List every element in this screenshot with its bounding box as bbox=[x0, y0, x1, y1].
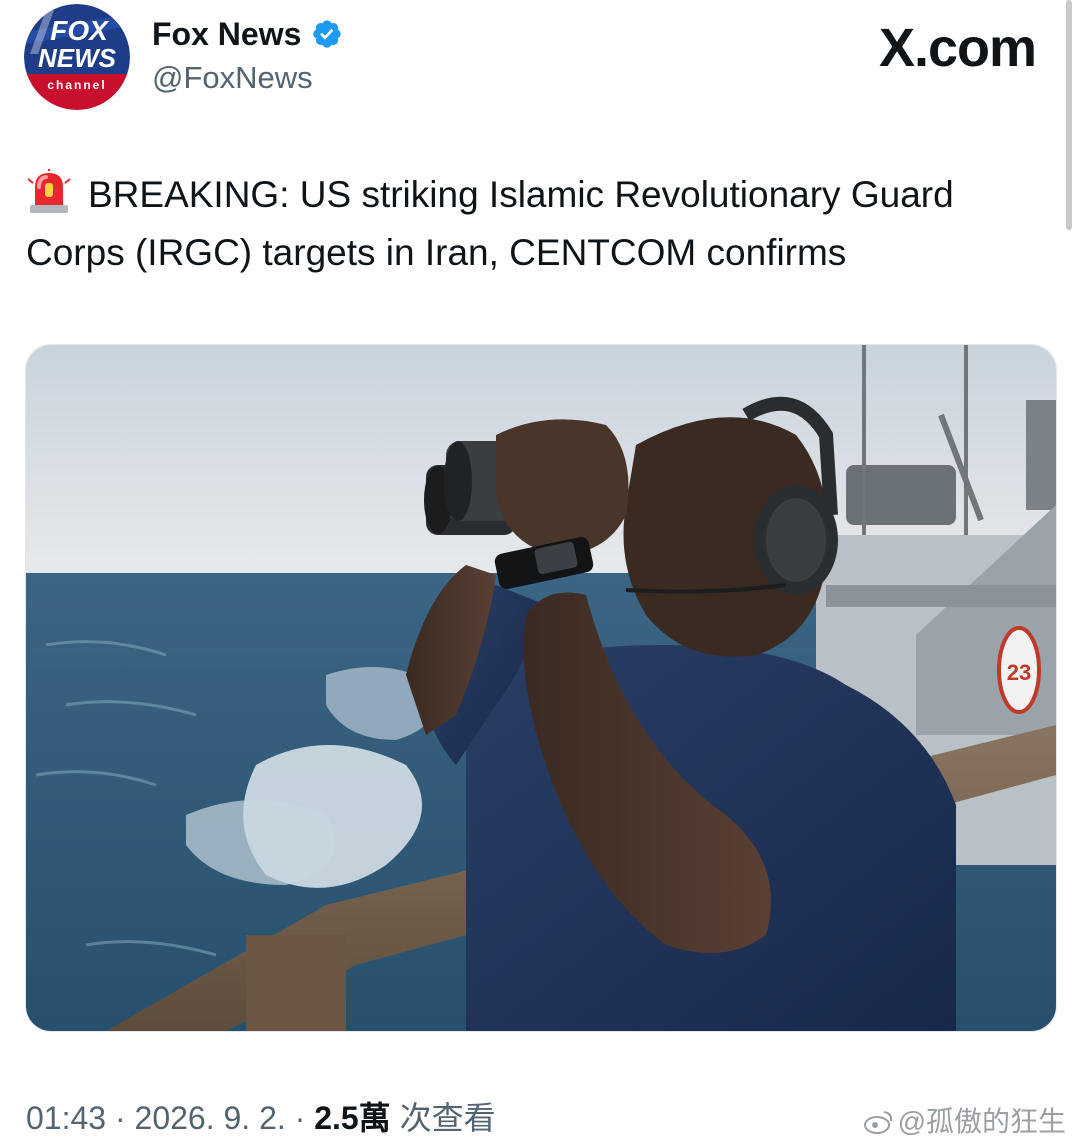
tweet-date[interactable]: 2026. 9. 2. bbox=[135, 1100, 286, 1136]
watermark-text: @孤傲的狂生 bbox=[897, 1106, 1066, 1137]
views-label: 次查看 bbox=[399, 1100, 496, 1136]
tweet-meta: 01:43 · 2026. 9. 2. · 2.5萬 次查看 bbox=[26, 1098, 496, 1138]
fox-news-logo-icon: FOX NEWS channel bbox=[24, 4, 130, 110]
meta-separator: · bbox=[114, 1100, 126, 1136]
scrollbar[interactable] bbox=[1066, 0, 1072, 230]
svg-text:channel: channel bbox=[47, 78, 106, 92]
author-block: Fox News @FoxNews bbox=[152, 14, 343, 98]
sailor-binoculars-photo: 23 bbox=[26, 345, 1056, 1031]
author-avatar[interactable]: FOX NEWS channel bbox=[24, 4, 130, 110]
verified-badge-icon bbox=[313, 20, 342, 48]
weibo-watermark: @孤傲的狂生 bbox=[863, 1104, 1066, 1140]
x-com-logo: X.com bbox=[878, 18, 1037, 78]
weibo-logo-icon bbox=[863, 1111, 892, 1134]
tweet-body: BREAKING: US striking Islamic Revolution… bbox=[26, 166, 1056, 282]
tweet-media-image[interactable]: 23 bbox=[25, 344, 1057, 1032]
svg-text:FOX: FOX bbox=[50, 15, 110, 46]
meta-separator: · bbox=[294, 1100, 306, 1136]
svg-text:NEWS: NEWS bbox=[38, 43, 117, 73]
display-name-row[interactable]: Fox News bbox=[152, 14, 343, 54]
svg-text:23: 23 bbox=[1007, 660, 1031, 685]
tweet-text: BREAKING: US striking Islamic Revolution… bbox=[26, 174, 954, 273]
author-handle[interactable]: @FoxNews bbox=[152, 58, 343, 98]
views-count[interactable]: 2.5萬 bbox=[314, 1100, 391, 1136]
rotating-light-icon bbox=[27, 169, 71, 213]
author-display-name[interactable]: Fox News bbox=[152, 14, 301, 54]
tweet-time[interactable]: 01:43 bbox=[26, 1100, 106, 1136]
tweet-header: FOX NEWS channel Fox News @FoxNews X.com bbox=[0, 0, 1080, 230]
